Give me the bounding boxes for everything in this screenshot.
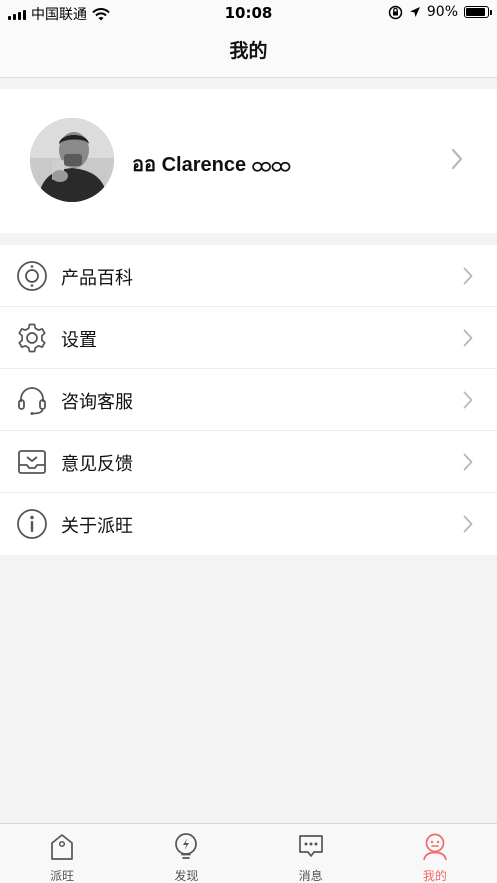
battery-percent: 90% [426,4,458,20]
menu-item-label: 咨询客服 [61,392,133,413]
status-bar: 中国联通 10:08 90% [0,0,497,26]
chevron-right-icon [463,267,473,285]
inbox-icon [18,450,46,474]
nav-bar: 我的 [0,26,497,78]
tab-mine[interactable]: 我的 [373,824,497,883]
tag-icon [51,834,73,860]
profile-name: ออ Clarence ထထ [132,154,291,176]
chevron-right-icon [463,453,473,471]
headset-icon [18,387,46,415]
tab-messages[interactable]: 消息 [249,824,373,883]
chevron-right-icon[interactable] [451,148,463,170]
avatar-photo [30,118,114,202]
gear-icon [18,323,46,353]
tab-bar: 派旺 发现 消息 我的 [0,823,497,883]
info-icon [17,509,47,539]
location-icon [409,7,420,17]
menu-item-label: 关于派旺 [61,516,133,537]
menu-item-product-encyclopedia[interactable]: 产品百科 [0,245,497,307]
chevron-right-icon [463,329,473,347]
tab-label: 发现 [174,869,199,883]
menu-item-label: 产品百科 [61,268,133,289]
menu-item-label: 意见反馈 [61,454,133,475]
chevron-right-icon [463,391,473,409]
tab-label: 消息 [298,869,323,883]
menu-item-about[interactable]: 关于派旺 [0,493,497,555]
page-title: 我的 [229,40,268,62]
chevron-right-icon [463,515,473,533]
menu-list: 产品百科 设置 咨询客服 意见反馈 关于派旺 [0,245,497,555]
tab-label: 我的 [422,869,447,883]
menu-item-feedback[interactable]: 意见反馈 [0,431,497,493]
profile-card[interactable]: ออ Clarence ထထ [0,89,497,233]
profile-face-icon [423,833,447,861]
tab-label: 派旺 [50,869,75,883]
discover-bulb-icon [175,833,198,859]
menu-item-settings[interactable]: 设置 [0,307,497,369]
menu-item-label: 设置 [61,330,97,351]
rotation-lock-icon [388,5,403,19]
tab-discover[interactable]: 发现 [124,824,248,883]
battery-icon [464,6,492,18]
tab-paiwang[interactable]: 派旺 [0,824,124,883]
message-icon [298,835,323,857]
avatar[interactable] [30,118,114,202]
status-right: 90% [388,4,492,20]
menu-item-customer-service[interactable]: 咨询客服 [0,369,497,431]
product-encyclopedia-icon [17,261,47,291]
